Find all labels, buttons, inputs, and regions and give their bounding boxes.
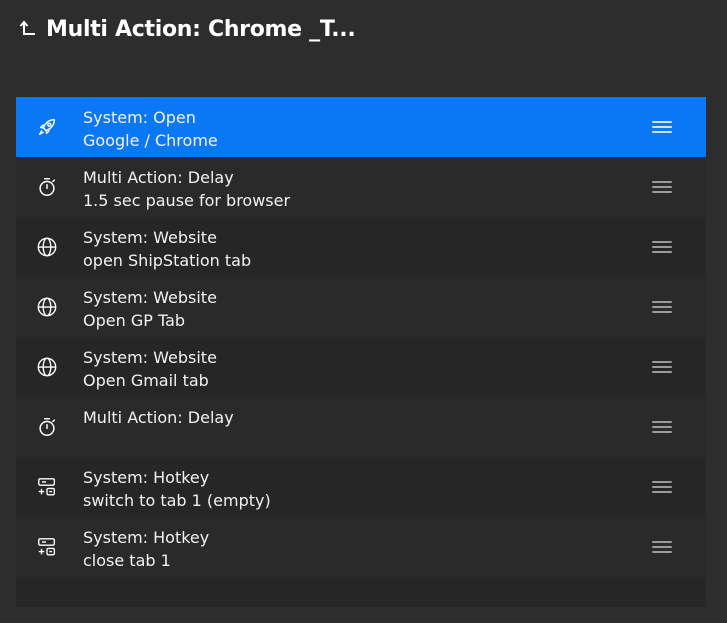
- hotkey-icon: [35, 535, 59, 559]
- action-subtitle: 1.5 sec pause for browser: [83, 191, 291, 210]
- action-list: System: Open Google / Chrome Multi Actio…: [16, 97, 706, 607]
- drag-handle-icon[interactable]: [652, 421, 672, 433]
- action-subtitle: Google / Chrome: [83, 131, 218, 150]
- action-row-website[interactable]: System: Website Open GP Tab: [16, 277, 706, 337]
- action-title: System: Hotkey: [83, 468, 210, 487]
- drag-handle-icon[interactable]: [652, 481, 672, 493]
- drag-handle-icon[interactable]: [652, 241, 672, 253]
- action-subtitle: close tab 1: [83, 551, 171, 570]
- globe-icon: [35, 295, 59, 319]
- back-arrow-icon[interactable]: [16, 17, 40, 41]
- globe-icon: [35, 355, 59, 379]
- drag-handle-icon[interactable]: [652, 541, 672, 553]
- hotkey-icon: [35, 475, 59, 499]
- action-text: System: Website Open GP Tab: [83, 286, 217, 332]
- header: Multi Action: Chrome _T...: [16, 12, 356, 46]
- action-row-system-open[interactable]: System: Open Google / Chrome: [16, 97, 706, 157]
- stopwatch-icon: [35, 415, 59, 439]
- action-text: System: Hotkey close tab 1: [83, 526, 209, 572]
- action-text: System: Website Open Gmail tab: [83, 346, 217, 392]
- action-title: System: Website: [83, 348, 217, 367]
- action-title: Multi Action: Delay: [83, 408, 234, 427]
- action-row-hotkey[interactable]: System: Hotkey close tab 1: [16, 517, 706, 577]
- action-text: Multi Action: Delay: [83, 406, 234, 429]
- drag-handle-icon[interactable]: [652, 121, 672, 133]
- drag-handle-icon[interactable]: [652, 181, 672, 193]
- action-title: System: Open: [83, 108, 196, 127]
- action-subtitle: Open GP Tab: [83, 311, 186, 330]
- globe-icon: [35, 235, 59, 259]
- action-text: System: Hotkey switch to tab 1 (empty): [83, 466, 271, 512]
- page-title: Multi Action: Chrome _T...: [46, 16, 356, 42]
- action-title: System: Website: [83, 228, 217, 247]
- action-row-delay[interactable]: Multi Action: Delay 1.5 sec pause for br…: [16, 157, 706, 217]
- action-title: System: Hotkey: [83, 528, 210, 547]
- action-row-hotkey[interactable]: System: Hotkey switch to tab 1 (empty): [16, 457, 706, 517]
- multi-action-page: Multi Action: Chrome _T... System: Open …: [0, 0, 727, 623]
- stopwatch-icon: [35, 175, 59, 199]
- action-title: System: Website: [83, 288, 217, 307]
- drag-handle-icon[interactable]: [652, 361, 672, 373]
- action-subtitle: Open Gmail tab: [83, 371, 209, 390]
- list-footer: [16, 577, 706, 607]
- action-row-website[interactable]: System: Website Open Gmail tab: [16, 337, 706, 397]
- rocket-icon: [35, 115, 59, 139]
- drag-handle-icon[interactable]: [652, 301, 672, 313]
- action-subtitle: switch to tab 1 (empty): [83, 491, 271, 510]
- action-title: Multi Action: Delay: [83, 168, 234, 187]
- action-text: System: Open Google / Chrome: [83, 106, 218, 152]
- action-row-delay[interactable]: Multi Action: Delay: [16, 397, 706, 457]
- action-subtitle: open ShipStation tab: [83, 251, 252, 270]
- action-text: System: Website open ShipStation tab: [83, 226, 251, 272]
- action-text: Multi Action: Delay 1.5 sec pause for br…: [83, 166, 290, 212]
- action-row-website[interactable]: System: Website open ShipStation tab: [16, 217, 706, 277]
